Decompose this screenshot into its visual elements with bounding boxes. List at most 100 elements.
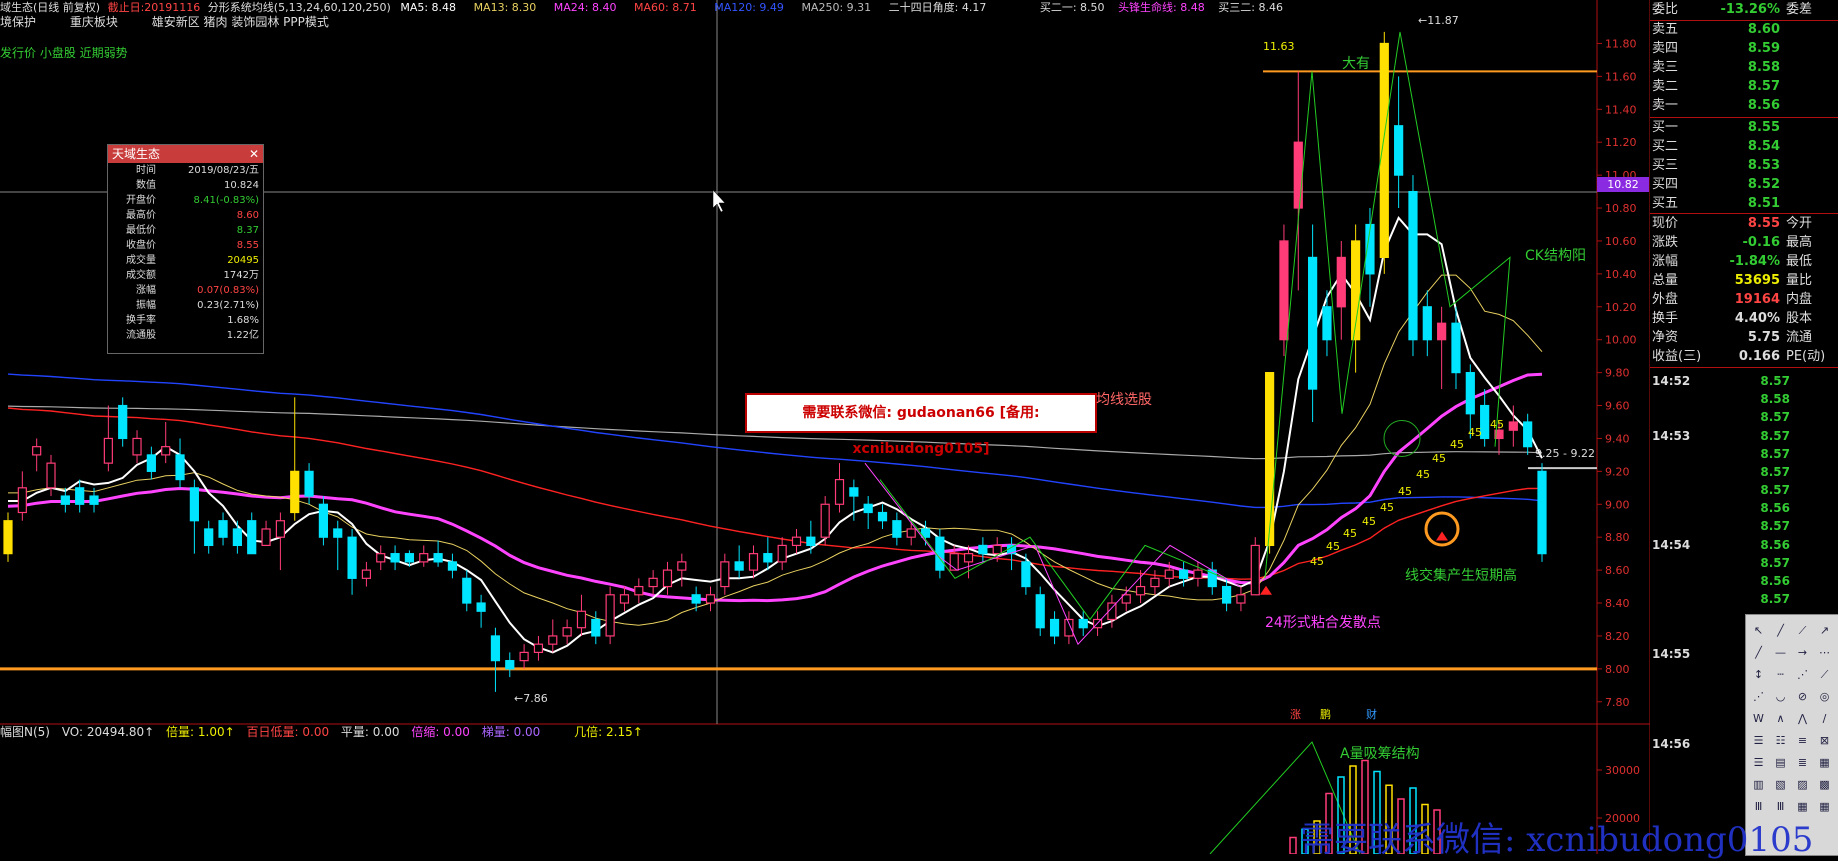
vol-indicator-name: 幅图N(5) bbox=[0, 725, 50, 739]
high-price-label: ←11.87 bbox=[1418, 14, 1459, 27]
panel-divider bbox=[1650, 367, 1838, 368]
quote-value: -1.84% bbox=[1729, 254, 1781, 269]
candle-body bbox=[648, 577, 658, 588]
draw-tool-icon[interactable]: ⟋ bbox=[1794, 623, 1811, 639]
draw-tool-icon[interactable]: ↕ bbox=[1750, 667, 1767, 683]
candle-body bbox=[218, 520, 228, 538]
quote-key2: 量比 bbox=[1786, 273, 1813, 288]
candle-body bbox=[892, 520, 902, 538]
ma13-label: MA13: 8.30 bbox=[473, 1, 537, 14]
draw-tool-icon[interactable]: ☰ bbox=[1750, 755, 1767, 771]
candle-body bbox=[60, 495, 70, 505]
draw-tool-icon[interactable]: ◎ bbox=[1816, 689, 1833, 705]
quote-row: 卖四 8.59 bbox=[1650, 39, 1838, 59]
angle-45-label: 45 bbox=[1362, 515, 1376, 528]
draw-tool-icon[interactable]: ⋯ bbox=[1816, 645, 1833, 661]
draw-tool-icon[interactable]: ∕ bbox=[1816, 711, 1833, 727]
info-popup: 天域生态 ✕ 时间 2019/08/23/五 数值 10.824 开盘价 8.41(-0.… bbox=[107, 144, 264, 354]
info-key: 成交量 bbox=[126, 255, 156, 266]
quote-row: 净资 5.75 流通 bbox=[1650, 328, 1838, 348]
quote-key2: 委差 bbox=[1786, 2, 1813, 17]
candle-body bbox=[1451, 322, 1461, 374]
info-key: 收盘价 bbox=[126, 240, 156, 251]
candle-body bbox=[1422, 306, 1432, 341]
candle-body bbox=[1465, 372, 1475, 415]
draw-tool-icon[interactable]: ≣ bbox=[1794, 755, 1811, 771]
draw-tool-icon[interactable]: ⊠ bbox=[1816, 733, 1833, 749]
tick-price: 8.57 bbox=[1760, 556, 1790, 570]
quote-key: 买三 bbox=[1652, 158, 1679, 173]
top-indicator-bar: 域生态(日线 前复权) 截止日:20191116 分形系统均线(5,13,24,… bbox=[0, 1, 1283, 14]
candle-body bbox=[75, 487, 85, 505]
draw-tool-icon[interactable]: ▦ bbox=[1816, 799, 1833, 815]
price-axis-label: 9.20 bbox=[1605, 465, 1630, 478]
quote-key2: PE(动) bbox=[1786, 349, 1826, 364]
candle-body bbox=[132, 437, 142, 456]
info-row: 振幅 0.23(2.71%) bbox=[108, 298, 263, 313]
draw-tool-icon[interactable]: ▩ bbox=[1816, 777, 1833, 793]
candle-body bbox=[1049, 618, 1060, 637]
draw-tool-icon[interactable]: ◡ bbox=[1772, 689, 1789, 705]
candle-body bbox=[748, 553, 759, 571]
price-axis-label: 9.80 bbox=[1605, 367, 1630, 380]
price-axis-label: 10.40 bbox=[1605, 268, 1637, 281]
concept-item[interactable]: 境保护 bbox=[0, 15, 36, 29]
info-row: 收盘价 8.55 bbox=[108, 238, 263, 253]
draw-tool-icon[interactable]: ⋀ bbox=[1794, 711, 1811, 727]
draw-tool-icon[interactable]: ▤ bbox=[1772, 755, 1789, 771]
draw-tool-icon[interactable]: → bbox=[1794, 645, 1811, 661]
quote-row: 现价 8.55 今开 bbox=[1650, 214, 1838, 234]
draw-tool-icon[interactable]: ▥ bbox=[1750, 777, 1767, 793]
quote-row: 买二 8.54 bbox=[1650, 137, 1838, 157]
candle-body bbox=[318, 503, 329, 538]
draw-tool-icon[interactable]: ╱ bbox=[1772, 623, 1789, 639]
info-row: 最低价 8.37 bbox=[108, 223, 263, 238]
candle-body bbox=[419, 553, 429, 563]
marker-cai: 财 bbox=[1366, 708, 1377, 721]
draw-tool-icon[interactable]: ☰ bbox=[1750, 733, 1767, 749]
draw-tool-icon[interactable]: ⋰ bbox=[1750, 689, 1767, 705]
info-value: 0.07(0.83%) bbox=[197, 285, 259, 296]
draw-tool-icon[interactable]: ↖ bbox=[1750, 623, 1767, 639]
info-value: 8.37 bbox=[236, 225, 259, 236]
price-axis-label: 8.20 bbox=[1605, 630, 1630, 643]
draw-tool-icon[interactable]: ☷ bbox=[1772, 733, 1789, 749]
draw-tool-icon[interactable]: ┄ bbox=[1772, 667, 1789, 683]
candle-body bbox=[204, 528, 214, 547]
draw-tool-icon[interactable]: ⊘ bbox=[1794, 689, 1811, 705]
candle-body bbox=[906, 528, 916, 538]
candle-body bbox=[791, 536, 802, 547]
quote-key: 卖二 bbox=[1652, 79, 1679, 94]
draw-tool-icon[interactable]: ▨ bbox=[1794, 777, 1811, 793]
angle-45-label: 45 bbox=[1432, 452, 1446, 465]
marker-zhang: 涨 bbox=[1290, 708, 1301, 721]
draw-tool-icon[interactable]: ↗ bbox=[1816, 623, 1833, 639]
buy1-label: 买二一: 8.50 bbox=[1039, 1, 1105, 14]
draw-tool-icon[interactable]: — bbox=[1772, 645, 1789, 661]
info-value: 1.68% bbox=[227, 315, 259, 326]
quote-value: 0.166 bbox=[1738, 349, 1780, 364]
draw-tool-icon[interactable]: ⟋ bbox=[1816, 667, 1833, 683]
quote-value: 8.60 bbox=[1747, 22, 1780, 37]
close-icon[interactable]: ✕ bbox=[249, 145, 259, 163]
draw-tool-icon[interactable]: ▦ bbox=[1816, 755, 1833, 771]
tag-line: 发行价 小盘股 近期弱势 bbox=[0, 46, 128, 60]
candle-body bbox=[462, 577, 472, 604]
concept-item[interactable]: 重庆板块 bbox=[70, 15, 118, 29]
draw-tool-icon[interactable]: ≡ bbox=[1794, 733, 1811, 749]
draw-tool-icon[interactable]: ╱ bbox=[1750, 645, 1767, 661]
candle-body bbox=[992, 544, 1002, 555]
quote-row: 委比 -13.26% 委差 bbox=[1650, 0, 1838, 20]
draw-tool-icon[interactable]: ▧ bbox=[1772, 777, 1789, 793]
candle-body bbox=[1064, 618, 1074, 637]
candle-body bbox=[232, 528, 242, 547]
draw-tool-icon[interactable]: ⋰ bbox=[1794, 667, 1811, 683]
vol-title-label: A量吸筹结构 bbox=[1340, 746, 1420, 762]
tick-time: 14:52 bbox=[1652, 374, 1691, 388]
draw-tool-icon[interactable]: ∧ bbox=[1772, 711, 1789, 727]
candle-body bbox=[376, 553, 386, 563]
draw-tool-icon[interactable]: W bbox=[1750, 711, 1767, 727]
price-axis-label: 10.20 bbox=[1605, 301, 1637, 314]
concept-item[interactable]: 雄安新区 猪肉 装饰园林 PPP模式 bbox=[152, 15, 329, 29]
candle-body bbox=[662, 569, 673, 588]
